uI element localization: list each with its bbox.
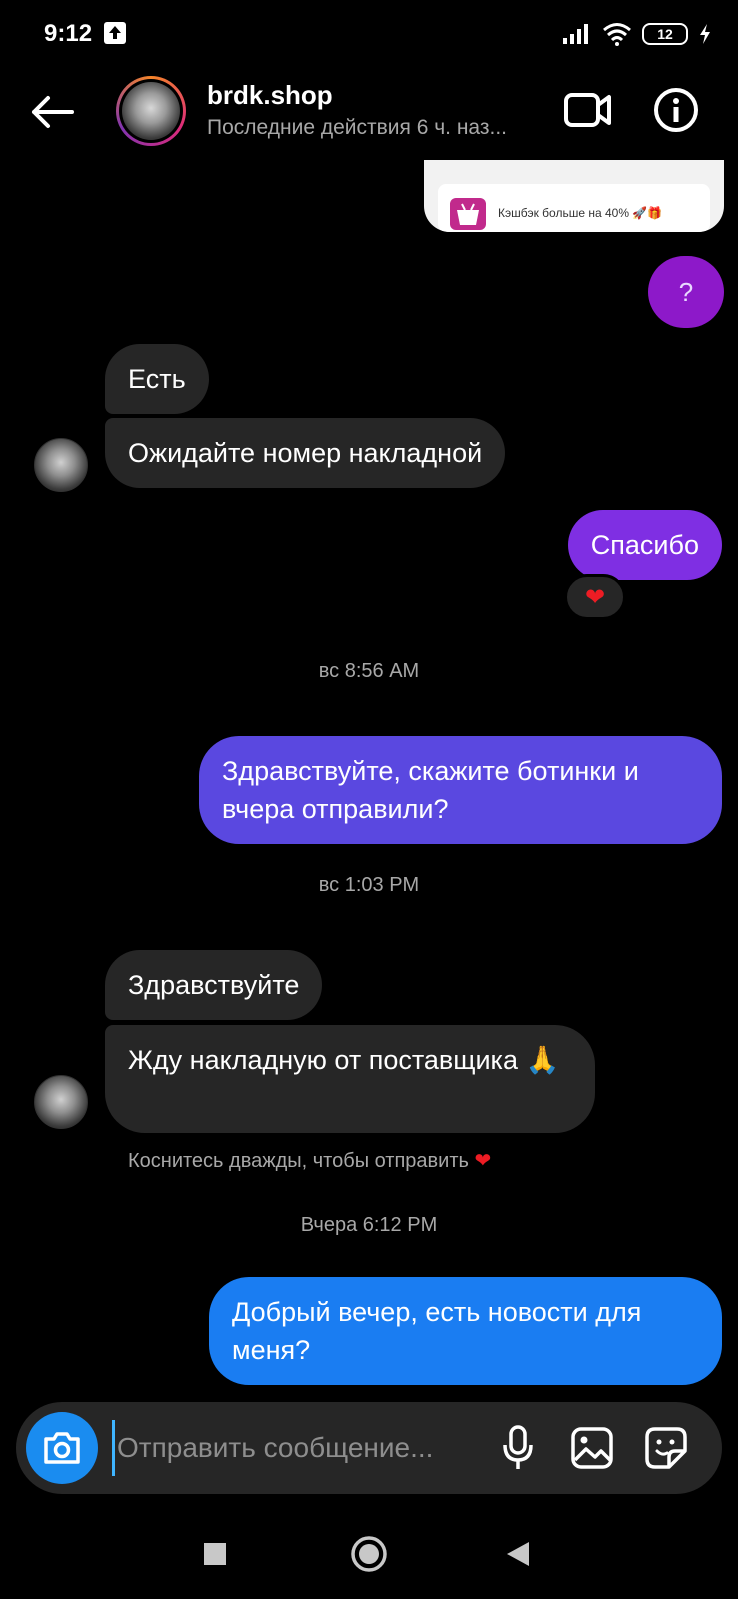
message-out-question[interactable]: ? xyxy=(648,256,724,328)
system-navigation-bar xyxy=(0,1510,738,1599)
message-out[interactable]: Спасибо xyxy=(567,510,722,580)
sender-avatar[interactable] xyxy=(34,1075,88,1129)
sender-avatar[interactable] xyxy=(34,438,88,492)
triangle-back-icon xyxy=(507,1542,529,1566)
square-icon xyxy=(204,1543,226,1565)
recents-button[interactable] xyxy=(193,1532,237,1576)
voice-message-button[interactable] xyxy=(492,1422,544,1474)
back-nav-button[interactable] xyxy=(496,1532,540,1576)
shared-post-preview[interactable]: Кэшбэк больше на 40% 🚀🎁 xyxy=(424,160,724,232)
heart-icon: ❤ xyxy=(474,1150,492,1172)
battery-icon: 12 xyxy=(642,23,688,45)
hint-text: Коснитесь дважды, чтобы отправить xyxy=(128,1150,469,1172)
image-icon xyxy=(571,1427,613,1469)
status-time: 9:12 xyxy=(44,20,93,47)
status-bar: 9:12 12 xyxy=(0,0,738,68)
message-in[interactable]: Жду накладную от поставщика 🙏 xyxy=(105,1025,595,1133)
profile-avatar[interactable] xyxy=(116,76,186,146)
sticker-button[interactable] xyxy=(640,1422,692,1474)
charging-icon xyxy=(700,24,710,44)
video-call-button[interactable] xyxy=(560,82,616,138)
chat-header: brdk.shop Последние действия 6 ч. наз... xyxy=(0,68,738,168)
timestamp: Вчера 6:12 PM xyxy=(300,1214,438,1236)
last-active-status: Последние действия 6 ч. наз... xyxy=(207,116,508,139)
heart-reaction-icon[interactable]: ❤ xyxy=(564,574,626,620)
signal-icon xyxy=(563,24,588,44)
timestamp: вс 1:03 PM xyxy=(318,874,420,896)
chat-title[interactable]: brdk.shop xyxy=(207,80,333,111)
wifi-icon xyxy=(603,23,631,46)
upload-notification-icon xyxy=(104,22,126,44)
message-in[interactable]: Ожидайте номер накладной xyxy=(105,418,506,488)
status-icons: 12 xyxy=(562,20,712,48)
message-out[interactable]: Здравствуйте, скажите ботинки и вчера от… xyxy=(199,736,722,844)
shop-basket-icon xyxy=(450,198,486,230)
preview-caption: Кэшбэк больше на 40% 🚀🎁 xyxy=(498,206,663,220)
video-camera-icon xyxy=(564,93,611,127)
message-composer xyxy=(16,1402,722,1494)
back-button[interactable] xyxy=(24,84,80,140)
message-input[interactable] xyxy=(112,1420,472,1476)
double-tap-hint[interactable]: Коснитесь дважды, чтобы отправить ❤ xyxy=(128,1148,491,1173)
message-out[interactable]: Добрый вечер, есть новости для меня? xyxy=(209,1277,722,1385)
camera-button[interactable] xyxy=(26,1412,98,1484)
message-thread: Кэшбэк больше на 40% 🚀🎁 ? Есть Ожидайте … xyxy=(0,160,738,1400)
info-button[interactable] xyxy=(648,82,704,138)
message-in[interactable]: Здравствуйте xyxy=(105,950,323,1020)
camera-icon xyxy=(44,1432,80,1464)
home-button[interactable] xyxy=(347,1532,391,1576)
message-in[interactable]: Есть xyxy=(105,344,209,414)
sticker-icon xyxy=(645,1427,687,1469)
timestamp: вс 8:56 AM xyxy=(318,660,420,682)
arrow-left-icon xyxy=(32,96,74,128)
info-icon xyxy=(654,88,698,132)
microphone-icon xyxy=(503,1425,533,1469)
home-circle-icon xyxy=(351,1536,387,1572)
gallery-button[interactable] xyxy=(566,1422,618,1474)
